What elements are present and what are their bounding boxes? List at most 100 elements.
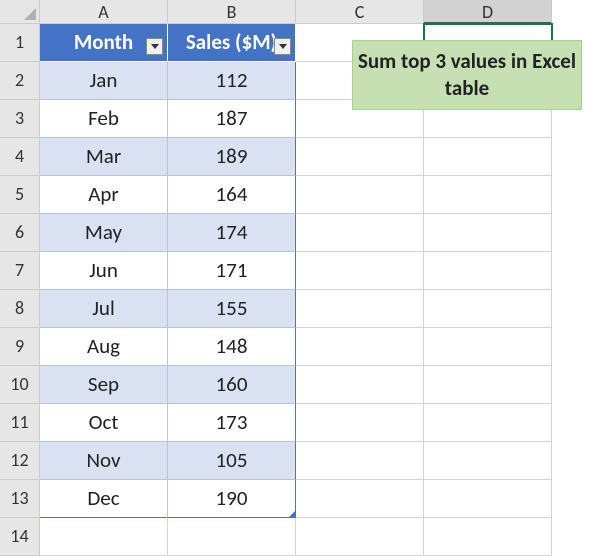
cell-B8[interactable]: 155 [168,290,296,328]
cell-A13[interactable]: Dec [40,480,168,518]
table-cell-sales: 148 [216,333,248,359]
cell-D8[interactable] [424,290,552,328]
row-header-8[interactable]: 8 [0,290,40,328]
table-cell-sales: 155 [216,295,248,321]
cell-B7[interactable]: 171 [168,252,296,290]
row-header-12[interactable]: 12 [0,442,40,480]
col-header-C[interactable]: C [296,0,424,24]
table-cell-month: Oct [89,409,119,435]
cell-D6[interactable] [424,214,552,252]
cell-C13[interactable] [296,480,424,518]
row-header-3[interactable]: 3 [0,100,40,138]
cell-B9[interactable]: 148 [168,328,296,366]
cell-C7[interactable] [296,252,424,290]
cell-D5[interactable] [424,176,552,214]
cell-A9[interactable]: Aug [40,328,168,366]
note-box: Sum top 3 values in Excel table [352,40,582,110]
cell-D10[interactable] [424,366,552,404]
row-header-13[interactable]: 13 [0,480,40,518]
row-header-10[interactable]: 10 [0,366,40,404]
cell-B1[interactable]: Sales ($M) [168,24,296,62]
cell-B12[interactable]: 105 [168,442,296,480]
table-cell-sales: 105 [216,447,248,473]
cell-B10[interactable]: 160 [168,366,296,404]
table-cell-sales: 190 [216,485,248,511]
row-header-9[interactable]: 9 [0,328,40,366]
note-text: Sum top 3 values in Excel table [357,48,577,103]
table-cell-month: Jan [90,67,118,93]
row-header-5[interactable]: 5 [0,176,40,214]
cell-B6[interactable]: 174 [168,214,296,252]
cell-C12[interactable] [296,442,424,480]
table-cell-month: Jul [92,295,115,321]
col-header-A[interactable]: A [40,0,168,24]
cell-A10[interactable]: Sep [40,366,168,404]
table-cell-month: Mar [86,143,121,169]
cell-D9[interactable] [424,328,552,366]
cell-A1[interactable]: Month [40,24,168,62]
table-cell-sales: 173 [216,409,248,435]
cell-B11[interactable]: 173 [168,404,296,442]
cell-C6[interactable] [296,214,424,252]
cell-A11[interactable]: Oct [40,404,168,442]
select-all-corner[interactable] [0,0,40,24]
row-header-7[interactable]: 7 [0,252,40,290]
table-cell-sales: 174 [216,219,248,245]
cell-A3[interactable]: Feb [40,100,168,138]
cell-C9[interactable] [296,328,424,366]
cell-D4[interactable] [424,138,552,176]
cell-A4[interactable]: Mar [40,138,168,176]
cell-C14[interactable] [296,518,424,556]
cell-D13[interactable] [424,480,552,518]
cell-B13[interactable]: 190 [168,480,296,518]
table-cell-sales: 187 [216,105,248,131]
cell-D11[interactable] [424,404,552,442]
table-cell-sales: 164 [216,181,248,207]
table-cell-month: Sep [88,371,119,397]
table-cell-month: Aug [87,333,120,359]
cell-C8[interactable] [296,290,424,328]
row-header-2[interactable]: 2 [0,62,40,100]
cell-B2[interactable]: 112 [168,62,296,100]
cell-B4[interactable]: 189 [168,138,296,176]
cell-D14[interactable] [424,518,552,556]
table-cell-sales: 171 [216,257,248,283]
cell-A6[interactable]: May [40,214,168,252]
cell-A8[interactable]: Jul [40,290,168,328]
cell-B14[interactable] [168,518,296,556]
cell-B3[interactable]: 187 [168,100,296,138]
row-header-4[interactable]: 4 [0,138,40,176]
row-header-6[interactable]: 6 [0,214,40,252]
table-cell-month: Dec [87,485,119,511]
filter-dropdown-icon[interactable] [274,38,291,55]
cell-D7[interactable] [424,252,552,290]
table-cell-month: May [85,219,122,245]
table-cell-month: Feb [88,105,119,131]
table-cell-sales: 112 [216,67,248,93]
cell-C10[interactable] [296,366,424,404]
table-header-sales: Sales ($M) [186,29,277,55]
table-cell-sales: 189 [216,143,248,169]
table-header-month: Month [74,29,133,55]
table-cell-sales: 160 [216,371,248,397]
table-cell-month: Jun [89,257,118,283]
cell-C11[interactable] [296,404,424,442]
table-resize-handle[interactable] [288,510,296,518]
col-header-B[interactable]: B [168,0,296,24]
cell-A2[interactable]: Jan [40,62,168,100]
filter-dropdown-icon[interactable] [146,38,163,55]
table-cell-month: Nov [86,447,120,473]
table-cell-month: Apr [88,181,119,207]
row-header-14[interactable]: 14 [0,518,40,556]
row-header-11[interactable]: 11 [0,404,40,442]
row-header-1[interactable]: 1 [0,24,40,62]
cell-A12[interactable]: Nov [40,442,168,480]
cell-A7[interactable]: Jun [40,252,168,290]
cell-D12[interactable] [424,442,552,480]
cell-A5[interactable]: Apr [40,176,168,214]
cell-B5[interactable]: 164 [168,176,296,214]
cell-C5[interactable] [296,176,424,214]
cell-C4[interactable] [296,138,424,176]
col-header-D[interactable]: D [424,0,552,24]
cell-A14[interactable] [40,518,168,556]
